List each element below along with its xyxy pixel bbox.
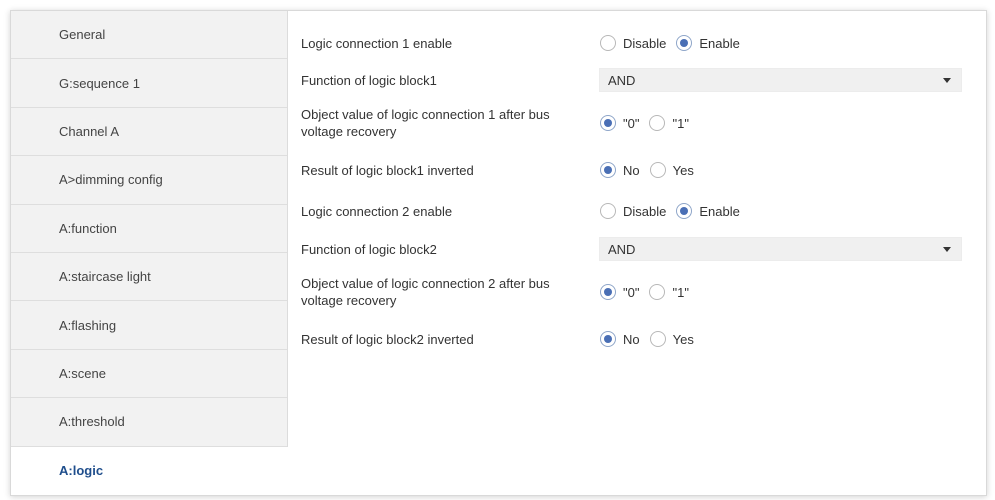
radio-group-logic1-inverted: No Yes — [600, 162, 704, 178]
sidebar-item-label: G:sequence 1 — [59, 75, 140, 91]
param-label: Result of logic block2 inverted — [301, 331, 474, 347]
radio-logic2-value-1[interactable]: "1" — [649, 284, 689, 300]
sidebar-item-g-sequence-1[interactable]: G:sequence 1 — [11, 59, 287, 108]
chevron-down-icon — [943, 78, 951, 83]
select-value: AND — [608, 72, 636, 88]
radio-logic2-enable[interactable]: Enable — [676, 203, 740, 219]
sidebar-item-general[interactable]: General — [11, 11, 287, 60]
radio-label: Enable — [699, 35, 740, 51]
radio-circle-icon — [649, 284, 666, 300]
radio-label: Yes — [672, 331, 694, 347]
radio-label: Disable — [623, 203, 667, 219]
radio-label: "0" — [623, 115, 640, 131]
radio-label: Disable — [623, 35, 667, 51]
param-label: Result of logic block1 inverted — [301, 162, 474, 178]
radio-logic2-inverted-no[interactable]: No — [600, 331, 640, 347]
radio-group-logic1-enable: Disable Enable — [600, 35, 750, 51]
sidebar: General G:sequence 1 Channel A A>dimming… — [11, 11, 288, 495]
radio-circle-icon — [649, 115, 666, 131]
radio-label: No — [623, 331, 640, 347]
sidebar-item-a-threshold[interactable]: A:threshold — [11, 398, 287, 447]
radio-logic1-value-1[interactable]: "1" — [649, 115, 689, 131]
radio-logic1-inverted-no[interactable]: No — [600, 162, 640, 178]
param-label: Logic connection 2 enable — [301, 203, 453, 219]
param-label: Function of logic block2 — [301, 241, 437, 257]
sidebar-item-a-dimming-config[interactable]: A>dimming config — [11, 156, 287, 205]
sidebar-item-label: A:threshold — [59, 414, 125, 430]
param-row-logic1-function: Function of logic block1 AND — [288, 68, 986, 92]
sidebar-item-label: A:staircase light — [59, 269, 151, 285]
sidebar-item-label: General — [59, 27, 106, 43]
param-label: Logic connection 1 enable — [301, 35, 453, 51]
parameter-panel: Logic connection 1 enable Disable Enable… — [288, 11, 986, 495]
sidebar-item-label: A>dimming config — [59, 172, 163, 188]
param-row-logic2-object-value: Object value of logic connection 2 after… — [288, 272, 986, 312]
radio-logic2-disable[interactable]: Disable — [600, 203, 666, 219]
select-value: AND — [608, 241, 636, 257]
radio-logic2-inverted-yes[interactable]: Yes — [649, 331, 694, 347]
param-label: Function of logic block1 — [301, 72, 437, 88]
radio-group-logic2-enable: Disable Enable — [600, 203, 750, 219]
chevron-down-icon — [943, 247, 951, 252]
radio-logic1-inverted-yes[interactable]: Yes — [649, 162, 694, 178]
param-label: Object value of logic connection 1 after… — [301, 107, 550, 139]
radio-circle-checked-icon — [600, 284, 616, 300]
radio-logic1-enable[interactable]: Enable — [676, 35, 740, 51]
radio-circle-icon — [600, 203, 616, 219]
radio-group-logic2-inverted: No Yes — [600, 331, 704, 347]
param-row-logic2-enable: Logic connection 2 enable Disable Enable — [288, 199, 986, 223]
radio-label: "1" — [672, 284, 689, 300]
radio-group-logic1-object-value: "0" "1" — [600, 115, 699, 131]
sidebar-item-a-logic[interactable]: A:logic — [11, 446, 288, 495]
radio-circle-checked-icon — [600, 115, 616, 131]
radio-circle-checked-icon — [600, 162, 616, 178]
sidebar-item-channel-a[interactable]: Channel A — [11, 108, 287, 157]
radio-group-logic2-object-value: "0" "1" — [600, 284, 699, 300]
param-row-logic2-inverted: Result of logic block2 inverted No Yes — [288, 327, 986, 351]
sidebar-item-a-staircase-light[interactable]: A:staircase light — [11, 253, 287, 302]
logic2-function-select[interactable]: AND — [599, 237, 962, 261]
param-row-logic2-function: Function of logic block2 AND — [288, 237, 986, 261]
radio-circle-checked-icon — [676, 203, 693, 219]
param-row-logic1-object-value: Object value of logic connection 1 after… — [288, 103, 986, 143]
radio-circle-checked-icon — [676, 35, 693, 51]
param-label: Object value of logic connection 2 after… — [301, 276, 550, 308]
radio-circle-icon — [600, 35, 616, 51]
radio-logic2-value-0[interactable]: "0" — [600, 284, 639, 300]
sidebar-item-a-scene[interactable]: A:scene — [11, 350, 287, 399]
radio-circle-icon — [649, 162, 666, 178]
param-row-logic1-inverted: Result of logic block1 inverted No Yes — [288, 158, 986, 182]
param-row-logic1-enable: Logic connection 1 enable Disable Enable — [288, 31, 986, 55]
radio-circle-icon — [649, 331, 666, 347]
sidebar-item-a-function[interactable]: A:function — [11, 205, 287, 253]
radio-label: "0" — [623, 284, 640, 300]
app-window: General G:sequence 1 Channel A A>dimming… — [10, 10, 987, 496]
radio-label: Enable — [699, 203, 740, 219]
radio-label: "1" — [672, 115, 689, 131]
sidebar-item-label: A:scene — [59, 365, 106, 381]
logic1-function-select[interactable]: AND — [599, 68, 962, 92]
radio-logic1-value-0[interactable]: "0" — [600, 115, 639, 131]
sidebar-item-label: A:flashing — [59, 317, 117, 333]
radio-label: Yes — [672, 162, 694, 178]
radio-circle-checked-icon — [600, 331, 616, 347]
radio-logic1-disable[interactable]: Disable — [600, 35, 666, 51]
sidebar-item-label: A:function — [59, 220, 117, 236]
sidebar-item-label: A:logic — [59, 463, 104, 479]
sidebar-item-label: Channel A — [59, 123, 119, 139]
radio-label: No — [623, 162, 640, 178]
sidebar-item-a-flashing[interactable]: A:flashing — [11, 301, 287, 350]
